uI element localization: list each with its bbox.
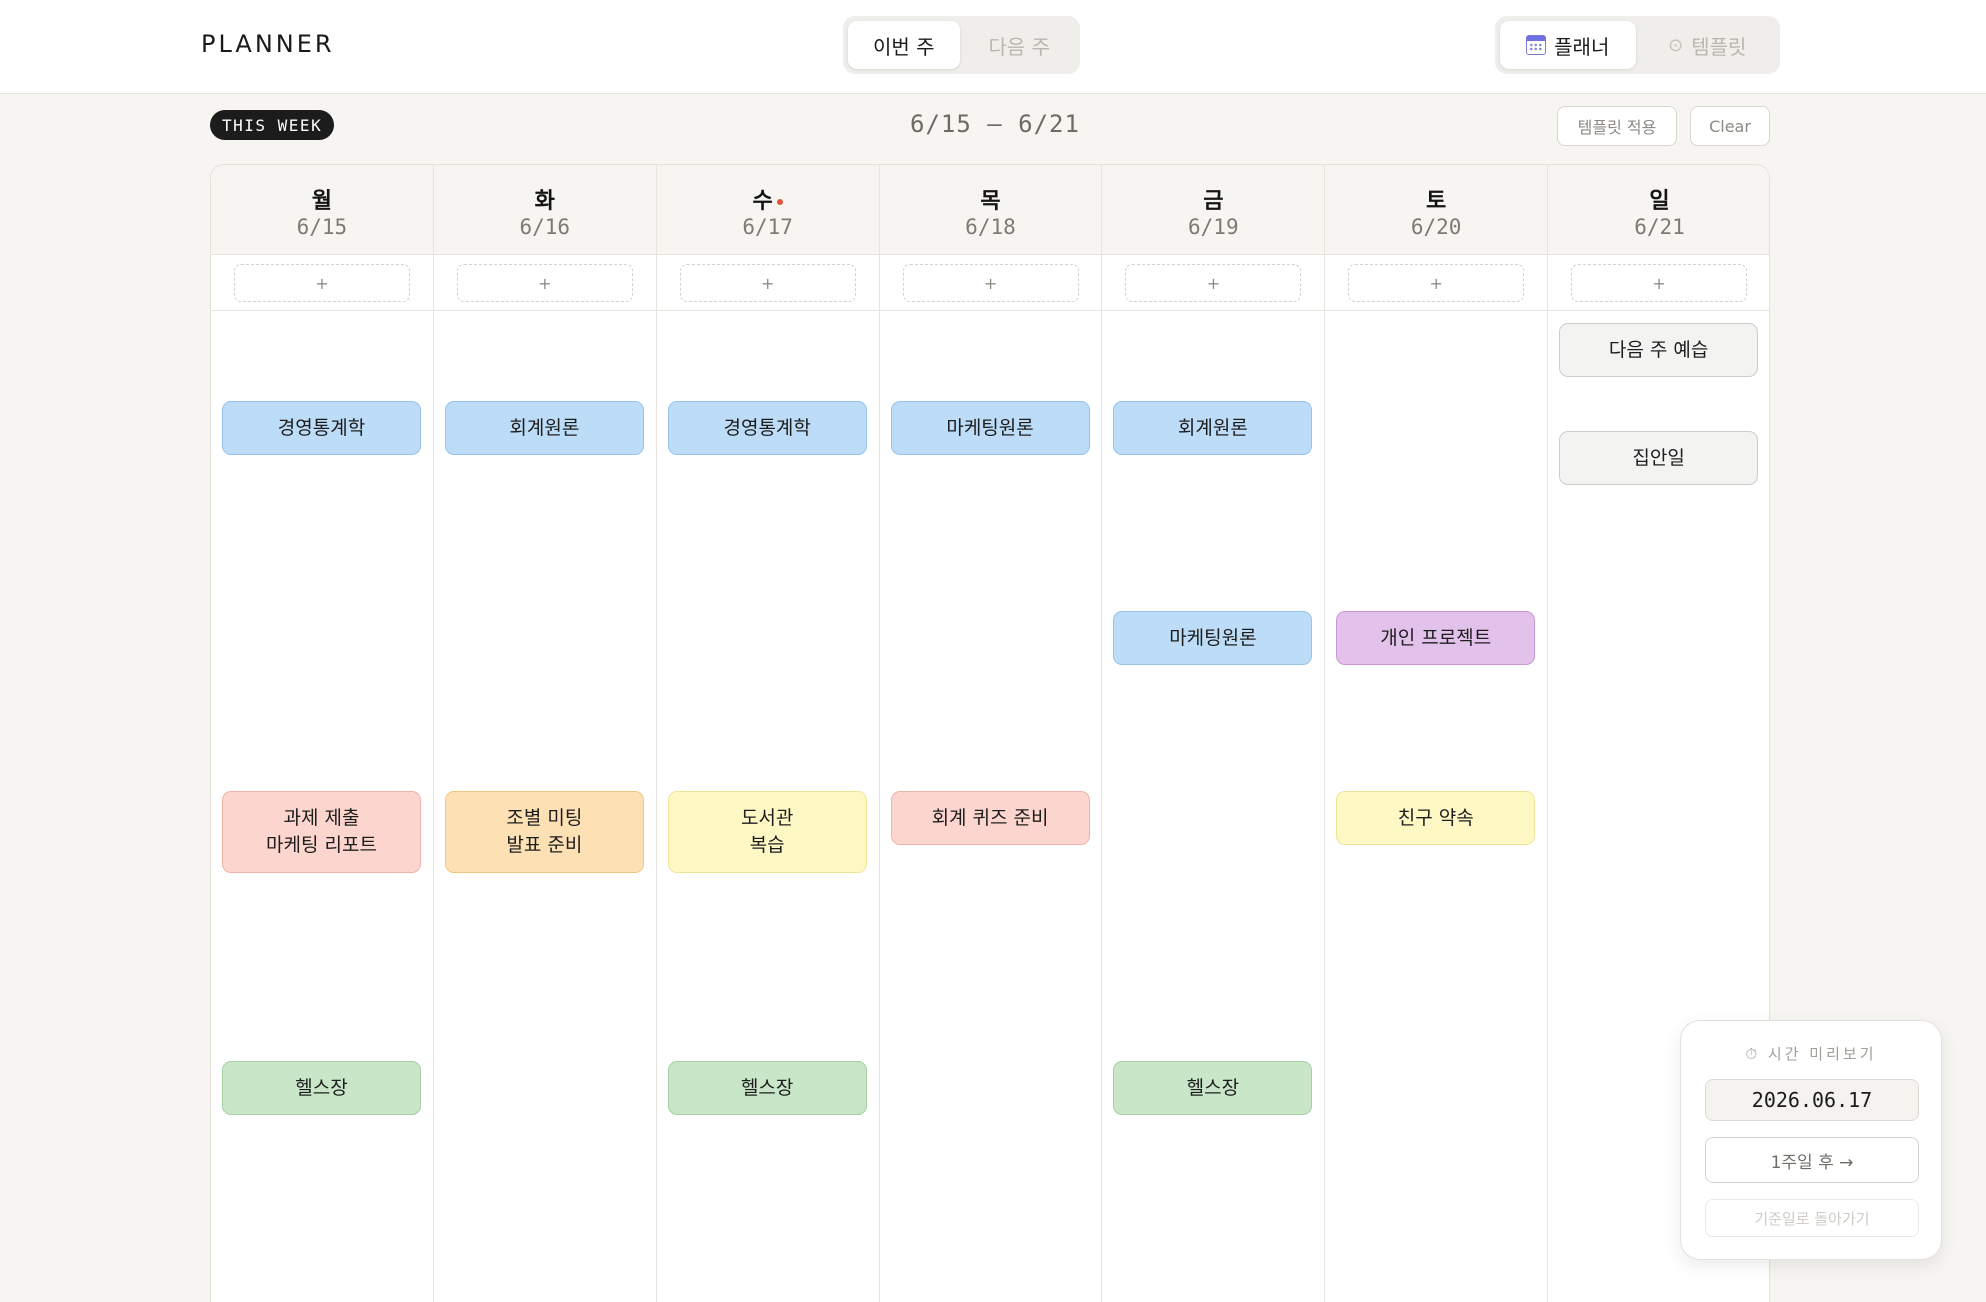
template-icon: ⊙: [1668, 34, 1684, 56]
day-header: 수 6/17: [656, 165, 879, 255]
preview-date-field[interactable]: 2026.06.17: [1705, 1079, 1919, 1121]
add-event-button[interactable]: +: [1125, 264, 1302, 302]
week-board: 월 6/15 + 경영통계학 과제 제출 마케팅 리포트 헬스장 화 6/16 …: [210, 164, 1770, 1302]
day-date: 6/16: [519, 215, 571, 239]
event-card[interactable]: 과제 제출 마케팅 리포트: [222, 791, 421, 873]
event-title: 친구 약속: [1397, 806, 1474, 829]
add-event-button[interactable]: +: [902, 264, 1079, 302]
day-date: 6/15: [296, 215, 348, 239]
add-event-button[interactable]: +: [1571, 264, 1748, 302]
event-card[interactable]: 경영통계학: [667, 401, 867, 455]
day-of-week: 토: [1426, 189, 1447, 214]
day-column-wed: 수 6/17 + 경영통계학 도서관 복습 헬스장: [656, 165, 880, 1302]
day-column-tue: 화 6/16 + 회계원론 조별 미팅 발표 준비: [433, 165, 657, 1302]
day-header: 금 6/19: [1102, 165, 1325, 255]
event-card[interactable]: 회계원론: [1113, 401, 1313, 455]
event-card[interactable]: 헬스장: [1113, 1061, 1313, 1115]
day-of-week: 금: [1203, 189, 1224, 214]
event-title: 헬스장: [1186, 1076, 1240, 1099]
event-title: 집안일: [1632, 446, 1685, 469]
day-of-week: 일: [1649, 189, 1670, 214]
event-card[interactable]: 마케팅원론: [890, 401, 1090, 455]
tab-next-week[interactable]: 다음 주: [964, 21, 1076, 69]
this-week-badge: THIS WEEK: [210, 110, 335, 140]
event-card[interactable]: 마케팅원론: [1113, 611, 1313, 665]
tab-planner[interactable]: 플래너: [1500, 21, 1636, 69]
event-card[interactable]: 회계 퀴즈 준비: [890, 791, 1090, 845]
day-header: 월 6/15: [211, 165, 433, 255]
day-date: 6/21: [1634, 215, 1685, 239]
tab-template-label: 템플릿: [1691, 34, 1747, 59]
event-title: 도서관: [740, 807, 794, 829]
add-event-button[interactable]: +: [234, 264, 410, 302]
event-card[interactable]: 조별 미팅 발표 준비: [444, 791, 644, 873]
day-header: 일 6/21: [1548, 165, 1769, 255]
day-column-sat: 토 6/20 + 개인 프로젝트 친구 약속: [1325, 165, 1549, 1302]
day-date: 6/19: [1188, 215, 1239, 239]
event-title: 개인 프로젝트: [1380, 626, 1492, 649]
add-event-button[interactable]: +: [1348, 264, 1525, 302]
next-week-button[interactable]: 1주일 후 →: [1705, 1137, 1919, 1183]
event-title: 헬스장: [295, 1076, 348, 1099]
apply-template-button[interactable]: 템플릿 적용: [1557, 106, 1677, 146]
reset-date-button[interactable]: 기준일로 돌아가기: [1705, 1199, 1919, 1237]
brand-logo: PLANNER: [201, 30, 335, 58]
event-card[interactable]: 경영통계학: [222, 401, 421, 455]
day-date: 6/18: [965, 215, 1016, 239]
event-title: 경영통계학: [723, 416, 811, 439]
day-of-week: 월: [311, 189, 333, 214]
event-card[interactable]: 개인 프로젝트: [1336, 611, 1536, 665]
day-header: 목 6/18: [879, 165, 1102, 255]
event-title: 회계원론: [509, 416, 580, 439]
event-card[interactable]: 회계원론: [444, 401, 644, 455]
day-header: 토 6/20: [1325, 165, 1548, 255]
day-of-week: 화: [534, 189, 555, 214]
event-card[interactable]: 친구 약속: [1336, 791, 1536, 845]
week-toggle: 이번 주 다음 주: [843, 16, 1080, 74]
day-date: 6/17: [742, 215, 793, 239]
today-dot-icon: [776, 199, 783, 205]
tab-this-week[interactable]: 이번 주: [848, 21, 960, 69]
event-title: 조별 미팅: [506, 807, 583, 829]
event-card[interactable]: 집안일: [1559, 431, 1759, 485]
event-title: 경영통계학: [277, 416, 366, 439]
event-title: 다음 주 예습: [1608, 338, 1709, 361]
event-subtitle: 마케팅 리포트: [266, 834, 377, 856]
day-header: 화 6/16: [433, 165, 656, 255]
event-card[interactable]: 헬스장: [667, 1061, 867, 1115]
event-subtitle: 발표 준비: [506, 834, 583, 856]
preview-title: ⏱ 시간 미리보기: [1745, 1045, 1877, 1063]
day-column-mon: 월 6/15 + 경영통계학 과제 제출 마케팅 리포트 헬스장: [211, 165, 434, 1302]
add-event-button[interactable]: +: [456, 264, 633, 302]
event-title: 회계 퀴즈 준비: [931, 806, 1049, 829]
top-bar: PLANNER 이번 주 다음 주 플래너 ⊙ 템플릿: [0, 0, 1986, 94]
day-column-thu: 목 6/18 + 마케팅원론 회계 퀴즈 준비: [879, 165, 1103, 1302]
day-date: 6/20: [1410, 215, 1462, 239]
event-title: 마케팅원론: [946, 416, 1034, 439]
week-range: 6/15 — 6/21: [910, 110, 1080, 138]
event-card[interactable]: 도서관 복습: [667, 791, 867, 873]
day-of-week: 수: [657, 183, 879, 215]
event-card[interactable]: 헬스장: [222, 1061, 421, 1115]
event-title: 헬스장: [740, 1076, 794, 1099]
view-toggle: 플래너 ⊙ 템플릿: [1495, 16, 1780, 74]
event-subtitle: 복습: [749, 834, 785, 856]
event-title: 과제 제출: [283, 807, 360, 829]
day-column-fri: 금 6/19 + 회계원론 마케팅원론 헬스장: [1102, 165, 1326, 1302]
time-preview-panel: ⏱ 시간 미리보기 2026.06.17 1주일 후 → 기준일로 돌아가기: [1680, 1020, 1942, 1260]
calendar-icon: [1526, 35, 1547, 55]
event-title: 회계원론: [1177, 416, 1248, 439]
event-title: 마케팅원론: [1169, 626, 1257, 649]
day-of-week-label: 수: [752, 189, 773, 214]
add-event-button[interactable]: +: [679, 264, 856, 302]
day-of-week: 목: [980, 189, 1001, 214]
event-card[interactable]: 다음 주 예습: [1559, 323, 1759, 377]
clear-button[interactable]: Clear: [1690, 106, 1770, 146]
tab-template[interactable]: ⊙ 템플릿: [1640, 21, 1776, 69]
tab-planner-label: 플래너: [1554, 34, 1610, 59]
